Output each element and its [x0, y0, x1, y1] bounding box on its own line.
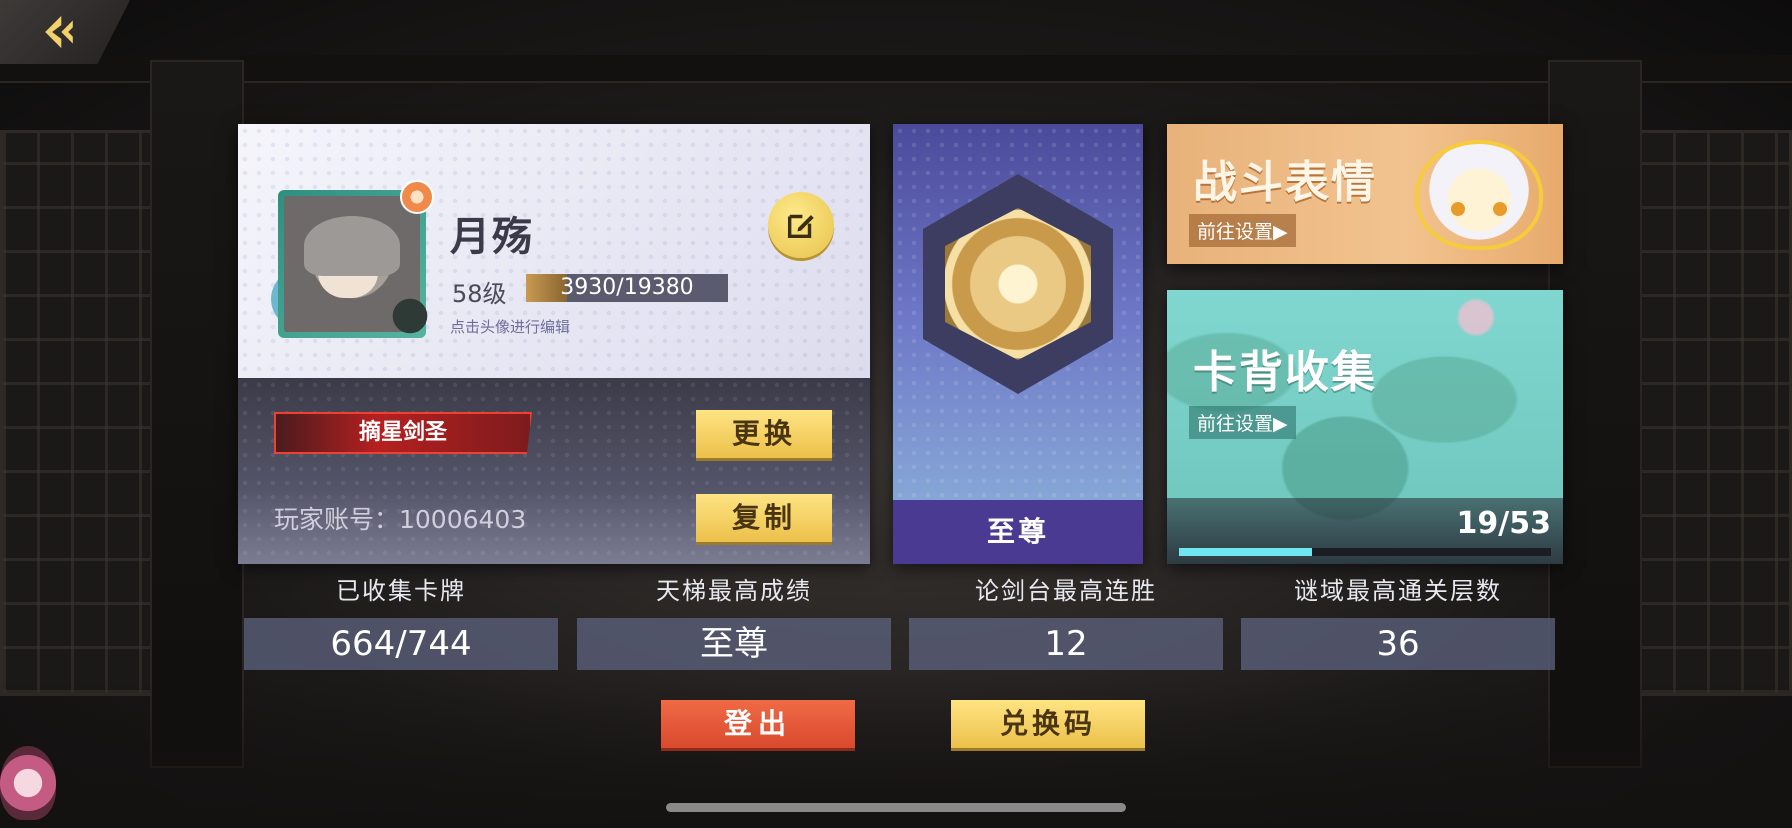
avatar-badge-icon [400, 180, 434, 214]
ceiling-beam [0, 55, 1792, 83]
profile-card: 月殇 58级 3930/19380 点击头像进行编辑 摘星剑圣 更换 玩家账号：… [238, 124, 870, 564]
xp-progress-bar: 3930/19380 [526, 274, 728, 302]
card-back-count: 19/53 [1456, 506, 1551, 541]
stat-value: 36 [1241, 618, 1555, 670]
logout-button[interactable]: 登出 [661, 700, 855, 748]
copy-account-button[interactable]: 复制 [696, 494, 832, 542]
card-back-progress: 19/53 [1167, 498, 1563, 564]
rank-name: 至尊 [893, 500, 1143, 564]
player-name: 月殇 [450, 214, 534, 260]
stat-value: 12 [909, 618, 1223, 670]
account-id: 玩家账号：10006403 [274, 505, 527, 534]
profile-details: 摘星剑圣 更换 玩家账号：10006403 复制 [238, 378, 870, 564]
edit-avatar-hint: 点击头像进行编辑 [450, 318, 571, 336]
emote-character-icon [1415, 140, 1543, 250]
stat-label: 天梯最高成绩 [656, 577, 812, 605]
battle-emote-title: 战斗表情 [1193, 157, 1377, 208]
title-badge-label: 摘星剑圣 [358, 420, 447, 445]
card-back-link[interactable]: 前往设置▶ [1189, 406, 1296, 439]
right-door [1636, 130, 1792, 696]
stat-label: 谜域最高通关层数 [1294, 577, 1502, 605]
player-level: 58级 [452, 280, 507, 308]
battle-emote-link[interactable]: 前往设置▶ [1189, 214, 1296, 247]
stat-mystery-floors: 谜域最高通关层数 36 [1241, 568, 1555, 670]
stat-ladder-best: 天梯最高成绩 至尊 [577, 568, 891, 670]
change-title-button[interactable]: 更换 [696, 410, 832, 458]
redeem-code-button[interactable]: 兑换码 [951, 700, 1145, 748]
stat-value: 664/744 [244, 618, 558, 670]
mascot-icon[interactable] [0, 746, 56, 820]
battle-emote-banner[interactable]: 战斗表情 前往设置▶ [1167, 124, 1563, 264]
rank-card[interactable]: 至尊 [893, 124, 1143, 564]
stat-label: 论剑台最高连胜 [975, 577, 1157, 605]
xp-progress-text: 3930/19380 [560, 275, 694, 300]
back-arrow-icon [45, 15, 73, 49]
stat-label: 已收集卡牌 [336, 577, 466, 605]
card-back-progress-fill [1179, 548, 1313, 556]
left-door [0, 130, 156, 696]
card-back-title: 卡背收集 [1193, 347, 1377, 398]
profile-header: 月殇 58级 3930/19380 点击头像进行编辑 [238, 124, 870, 378]
stat-value: 至尊 [577, 618, 891, 670]
edit-profile-button[interactable] [768, 192, 834, 258]
stat-cards-collected: 已收集卡牌 664/744 [244, 568, 558, 670]
edit-icon [787, 214, 814, 239]
home-indicator[interactable] [666, 803, 1126, 812]
title-badge[interactable]: 摘星剑圣 [274, 412, 532, 454]
card-back-banner[interactable]: 卡背收集 前往设置▶ 19/53 [1167, 290, 1563, 564]
left-pillar [150, 60, 244, 768]
card-back-progress-track [1179, 548, 1551, 556]
avatar-dark-fish-decoration [388, 294, 432, 338]
stat-arena-streak: 论剑台最高连胜 12 [909, 568, 1223, 670]
